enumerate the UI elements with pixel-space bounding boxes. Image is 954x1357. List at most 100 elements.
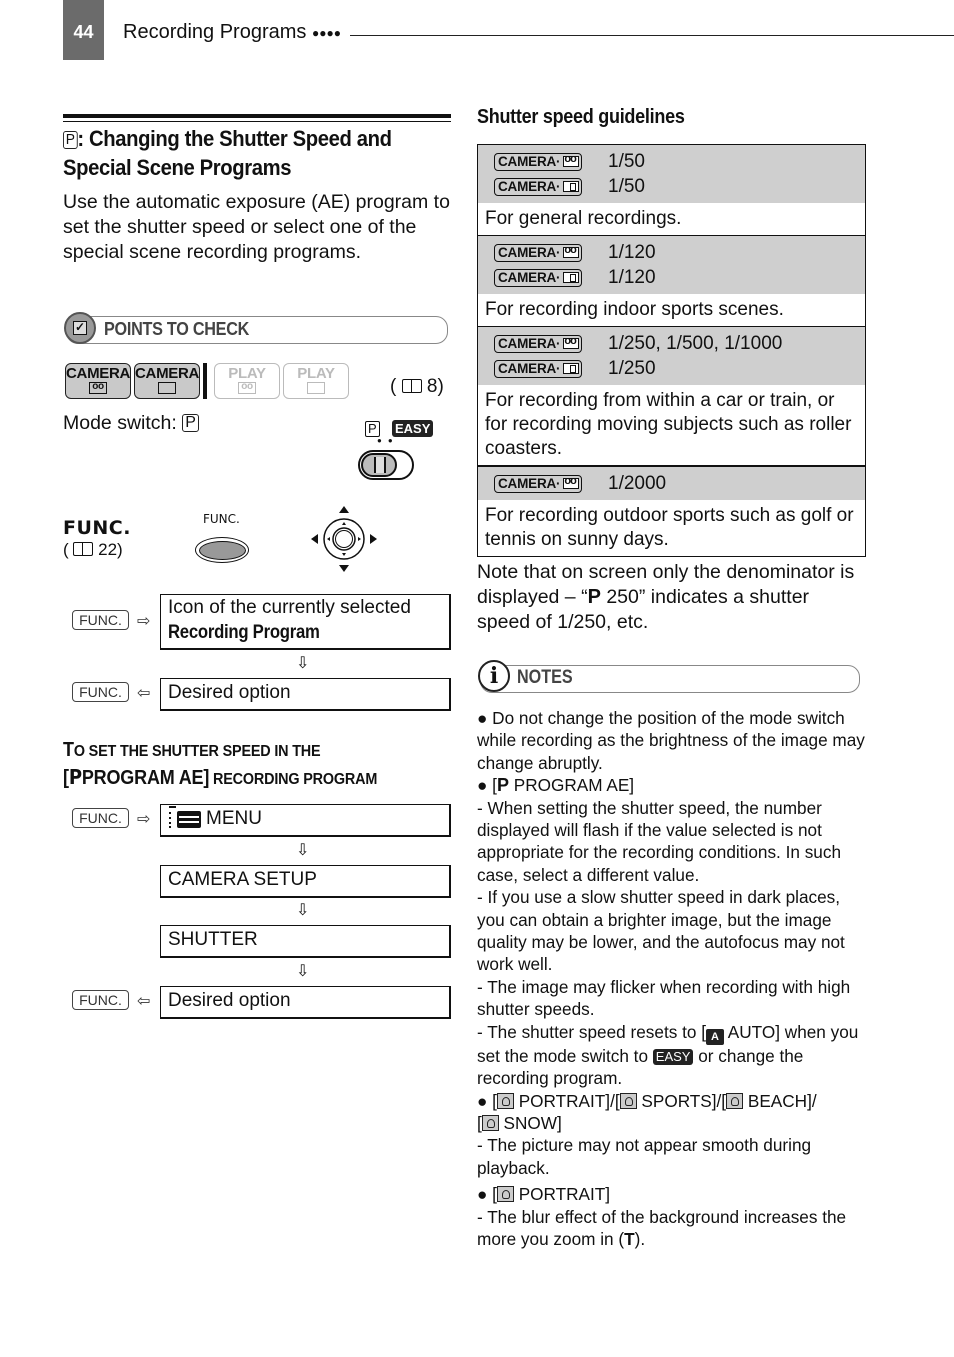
mode-separator	[203, 363, 207, 399]
title-line-1: : Changing the Shutter Speed and	[77, 126, 392, 151]
program-p-icon: P	[496, 775, 509, 796]
joystick-icon	[311, 506, 377, 572]
note-bullet: ● [ PORTRAIT]	[477, 1183, 867, 1205]
tape-icon: oo	[89, 382, 107, 394]
camera-tape-badge: CAMERA·	[494, 152, 582, 171]
page-reference-8[interactable]: ( 8)	[390, 376, 444, 398]
tape-icon	[563, 152, 580, 167]
switch-easy-label: EASY	[392, 420, 434, 437]
menu-icon	[169, 806, 201, 828]
flow-step-recording-program: Icon of the currently selected Recording…	[160, 594, 451, 650]
portrait-icon	[496, 1186, 514, 1203]
flow-step-desired-option: Desired option	[160, 986, 451, 1019]
page-number: 44	[63, 0, 104, 60]
arrow-right-icon: ⇨	[137, 811, 151, 828]
flow-step-shutter: SHUTTER	[160, 925, 451, 958]
tape-icon	[563, 243, 580, 258]
flow-step-desired-option: Desired option	[160, 678, 451, 711]
ref-paren: (	[390, 376, 397, 397]
section-title: P: Changing the Shutter Speed and Specia…	[63, 124, 422, 182]
note-text: SNOW]	[498, 1112, 562, 1133]
mode-camera-card: CAMERA	[134, 363, 200, 399]
denominator-note: Note that on screen only the denominator…	[477, 560, 867, 635]
note-detail: - When setting the shutter speed, the nu…	[477, 797, 842, 885]
func-key: FUNC.	[72, 990, 129, 1010]
func-key: FUNC.	[72, 682, 129, 702]
camera-card-badge: CAMERA·	[494, 268, 582, 287]
speed-row: CAMERA· 1/250, 1/500, 1/1000 CAMERA· 1/250	[478, 327, 865, 385]
speed-value: 1/250	[608, 357, 656, 379]
mode-play-tape: PLAY oo	[214, 363, 280, 399]
camera-card-badge: CAMERA·	[494, 359, 582, 378]
speed-value: 1/2000	[608, 472, 667, 494]
mode-camera-tape: CAMERA oo	[65, 363, 131, 399]
arrow-down-icon: ⇩	[296, 902, 310, 919]
func-key: FUNC.	[72, 808, 129, 828]
ref-paren: (	[63, 540, 69, 559]
heading-text: RECORDING PROGRAM	[209, 771, 378, 788]
card-icon	[158, 382, 176, 394]
note-detail: - If you use a slow shutter speed in dar…	[477, 887, 845, 975]
ref-page: 22)	[98, 540, 123, 559]
mode-switch-text: Mode switch:	[63, 412, 177, 434]
info-icon: i	[478, 660, 510, 692]
book-icon	[401, 379, 422, 393]
program-ae-icon: P	[63, 131, 78, 149]
book-icon	[73, 542, 94, 556]
snow-icon	[481, 1114, 499, 1131]
speed-value: 1/50	[608, 175, 645, 197]
mode-label: PLAY	[297, 365, 335, 382]
ref-page: 8)	[426, 376, 444, 397]
card-icon	[563, 363, 580, 374]
note-text: ● [	[477, 775, 497, 796]
speed-value: 1/250, 1/500, 1/1000	[608, 332, 783, 354]
speed-value: 1/120	[608, 266, 656, 288]
note-text: PORTRAIT]	[513, 1184, 611, 1205]
card-icon	[563, 272, 580, 283]
mode-switch-label: Mode switch: P	[63, 412, 199, 435]
note-text: - The shutter speed resets to [	[477, 1021, 706, 1042]
speed-description: For recording from within a car or train…	[478, 385, 865, 467]
speed-description: For general recordings.	[478, 203, 865, 236]
procedure-heading-line-1: TO SET THE SHUTTER SPEED IN THE	[63, 739, 423, 762]
notes-label: NOTES	[517, 667, 573, 688]
speed-description: For recording outdoor sports such as gol…	[478, 500, 865, 556]
page-reference-22[interactable]: ( 22)	[63, 540, 123, 560]
switch-p-label: P	[365, 421, 380, 437]
title-line-2: Special Scene Programs	[63, 155, 292, 180]
portrait-icon	[496, 1092, 514, 1109]
card-icon	[563, 181, 580, 192]
camera-card-badge: CAMERA·	[494, 177, 582, 196]
flow-step-camera-setup: CAMERA SETUP	[160, 865, 451, 898]
func-key: FUNC.	[72, 610, 129, 630]
camera-tape-badge: CAMERA·	[494, 243, 582, 262]
step-text-bold: Recording Program	[168, 622, 320, 643]
tele-icon: T	[624, 1228, 635, 1249]
badge-label: CAMERA·	[498, 270, 561, 285]
notes-body: ● Do not change the position of the mode…	[477, 707, 867, 1250]
arrow-down-icon: ⇩	[296, 655, 310, 672]
badge-label: CAMERA·	[498, 336, 561, 351]
tape-icon	[563, 474, 580, 489]
sports-icon	[619, 1092, 637, 1109]
note-text: PROGRAM AE]	[508, 775, 635, 796]
speed-value: 1/50	[608, 150, 645, 172]
heading-text: O SET THE SHUTTER SPEED IN THE	[73, 743, 321, 760]
speed-row: CAMERA· 1/120 CAMERA· 1/120	[478, 236, 865, 294]
note-text: SPORTS]/[	[636, 1090, 727, 1111]
mode-label: PLAY	[228, 365, 266, 382]
note-text: BEACH]/	[743, 1090, 817, 1111]
program-ae-icon: P	[182, 414, 199, 432]
note-text: ● [	[477, 1184, 497, 1205]
mode-label: CAMERA	[66, 365, 131, 382]
badge-label: CAMERA·	[498, 476, 561, 491]
note-detail: - The image may flicker when recording w…	[477, 976, 851, 1020]
heading-initial: T	[63, 739, 74, 761]
header-rule	[350, 35, 954, 36]
title-rule	[63, 114, 451, 118]
speed-row: CAMERA· 1/50 CAMERA· 1/50	[478, 145, 865, 203]
arrow-down-icon: ⇩	[296, 963, 310, 980]
program-p-icon: P	[587, 586, 601, 608]
tape-icon	[563, 334, 580, 349]
badge-label: CAMERA·	[498, 154, 561, 169]
